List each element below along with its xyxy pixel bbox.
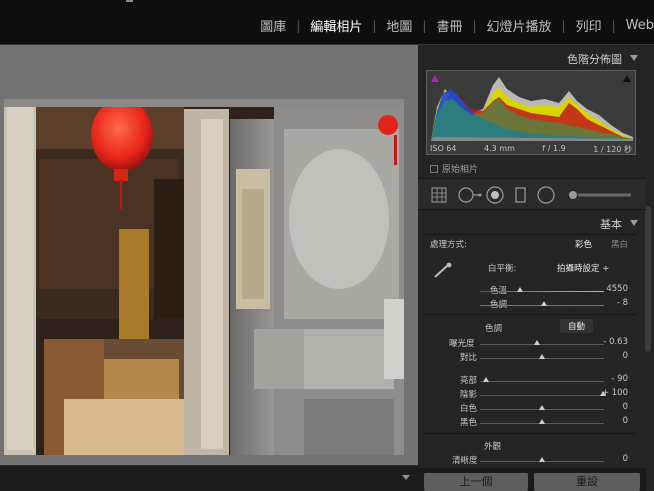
basic-panel-title: 基本 [600, 218, 622, 231]
clarity-label: 清晰度 [452, 456, 478, 466]
exposure-value[interactable]: - 0.63 [588, 337, 628, 347]
histogram-header[interactable]: 色階分佈圖 [418, 47, 646, 69]
red-eye-icon[interactable] [486, 186, 504, 204]
exif-aperture: f / 1.9 [542, 144, 566, 153]
clarity-value[interactable]: 0 [588, 454, 628, 464]
highlights-slider-knob[interactable] [483, 377, 490, 382]
divider [422, 234, 636, 235]
tone-label: 色調 [485, 324, 503, 334]
reset-button[interactable]: 重設 [534, 473, 640, 491]
whites-slider-knob[interactable] [539, 405, 545, 410]
previous-button[interactable]: 上一個 [424, 473, 528, 491]
spot-removal-icon[interactable] [458, 187, 482, 203]
collapse-arrow-icon[interactable] [630, 55, 638, 61]
blacks-value[interactable]: 0 [588, 416, 628, 426]
filmstrip-toggle-bar [0, 465, 418, 491]
develop-tool-strip [418, 178, 646, 210]
tone-auto-button[interactable]: 自動 [560, 319, 594, 333]
exif-focal: 4.3 mm [484, 144, 515, 153]
divider [422, 433, 636, 434]
highlight-clipping-indicator-icon[interactable] [623, 75, 631, 82]
highlights-label: 亮部 [460, 376, 478, 386]
histogram-plot [431, 77, 633, 141]
exif-shutter: 1 / 120 秒 [593, 145, 632, 154]
shadows-slider-track[interactable] [480, 395, 604, 396]
radial-filter-icon[interactable] [537, 186, 555, 204]
eyedropper-glyph [434, 262, 452, 278]
tool-icons [431, 186, 631, 204]
crop-grid-icon[interactable] [431, 187, 447, 203]
panel-button-bar: 上一個 重設 [418, 468, 646, 491]
adjustment-brush-icon[interactable] [569, 191, 631, 199]
checkbox[interactable] [430, 164, 438, 173]
filmstrip-toggle-icon[interactable] [402, 475, 410, 480]
presence-label: 外觀 [484, 442, 502, 452]
divider [422, 314, 636, 315]
tint-slider-knob[interactable] [541, 301, 548, 306]
histogram-title: 色階分佈圖 [567, 53, 622, 66]
original-photo-toggle[interactable]: 原始相片 [430, 162, 478, 175]
highlights-value[interactable]: - 90 [588, 374, 628, 384]
collapse-arrow-icon[interactable] [630, 220, 638, 226]
whites-label: 白色 [460, 404, 478, 414]
module-library[interactable]: 圖庫 [250, 16, 296, 35]
white-balance-dropdown[interactable]: 拍攝時設定 ÷ [557, 262, 609, 274]
basic-panel-header[interactable]: 基本 [418, 212, 646, 234]
photo-canvas[interactable] [0, 45, 418, 465]
temp-value[interactable]: 4550 [588, 284, 628, 294]
exposure-slider-track[interactable] [480, 344, 604, 345]
temple-photo[interactable] [4, 99, 404, 455]
contrast-label: 對比 [460, 353, 478, 363]
module-develop[interactable]: 編輯相片 [300, 16, 372, 35]
original-photo-label: 原始相片 [442, 165, 479, 175]
highlights-slider-track[interactable] [480, 381, 604, 382]
module-print[interactable]: 列印 [566, 16, 612, 35]
clarity-slider-knob[interactable] [539, 457, 545, 462]
exposure-slider-knob[interactable] [534, 340, 541, 345]
histogram-graph [426, 70, 636, 155]
tint-value[interactable]: - 8 [588, 298, 628, 308]
treatment-label: 處理方式: [430, 240, 467, 250]
tint-label: 色調 [490, 300, 508, 310]
temple-photo-image [4, 99, 404, 455]
temp-slider-knob[interactable] [516, 287, 523, 292]
temp-label: 色溫 [490, 286, 508, 296]
blacks-slider-knob[interactable] [539, 419, 545, 424]
contrast-value[interactable]: 0 [588, 351, 628, 361]
module-list: 圖庫 | 編輯相片 | 地圖 | 書冊 | 幻燈片播放 | 列印 | Web [250, 16, 654, 35]
temp-slider-track[interactable] [480, 291, 604, 292]
contrast-slider-knob[interactable] [539, 354, 545, 359]
shadows-value[interactable]: + 100 [588, 388, 628, 398]
module-slideshow[interactable]: 幻燈片播放 [477, 16, 562, 35]
exposure-label: 曝光度 [449, 339, 475, 349]
graduated-filter-icon[interactable] [515, 187, 526, 203]
module-picker-bar: 圖庫 | 編輯相片 | 地圖 | 書冊 | 幻燈片播放 | 列印 | Web [0, 0, 654, 44]
treatment-bw-option[interactable]: 黑白 [611, 238, 628, 250]
treatment-color-option[interactable]: 彩色 [575, 238, 592, 250]
module-book[interactable]: 書冊 [426, 16, 472, 35]
whites-value[interactable]: 0 [588, 402, 628, 412]
eyedropper-icon[interactable] [431, 262, 455, 280]
shadow-clipping-indicator-icon[interactable] [431, 75, 439, 82]
window-control[interactable] [126, 0, 133, 2]
white-balance-label: 白平衡: [488, 264, 517, 274]
module-web[interactable]: Web [616, 18, 654, 33]
blacks-label: 黑色 [460, 418, 478, 428]
module-map[interactable]: 地圖 [376, 16, 422, 35]
exif-iso: ISO 64 [430, 144, 457, 153]
shadows-label: 陰影 [460, 390, 478, 400]
histogram-exif: ISO 64 4.3 mm f / 1.9 1 / 120 秒 [430, 144, 632, 155]
